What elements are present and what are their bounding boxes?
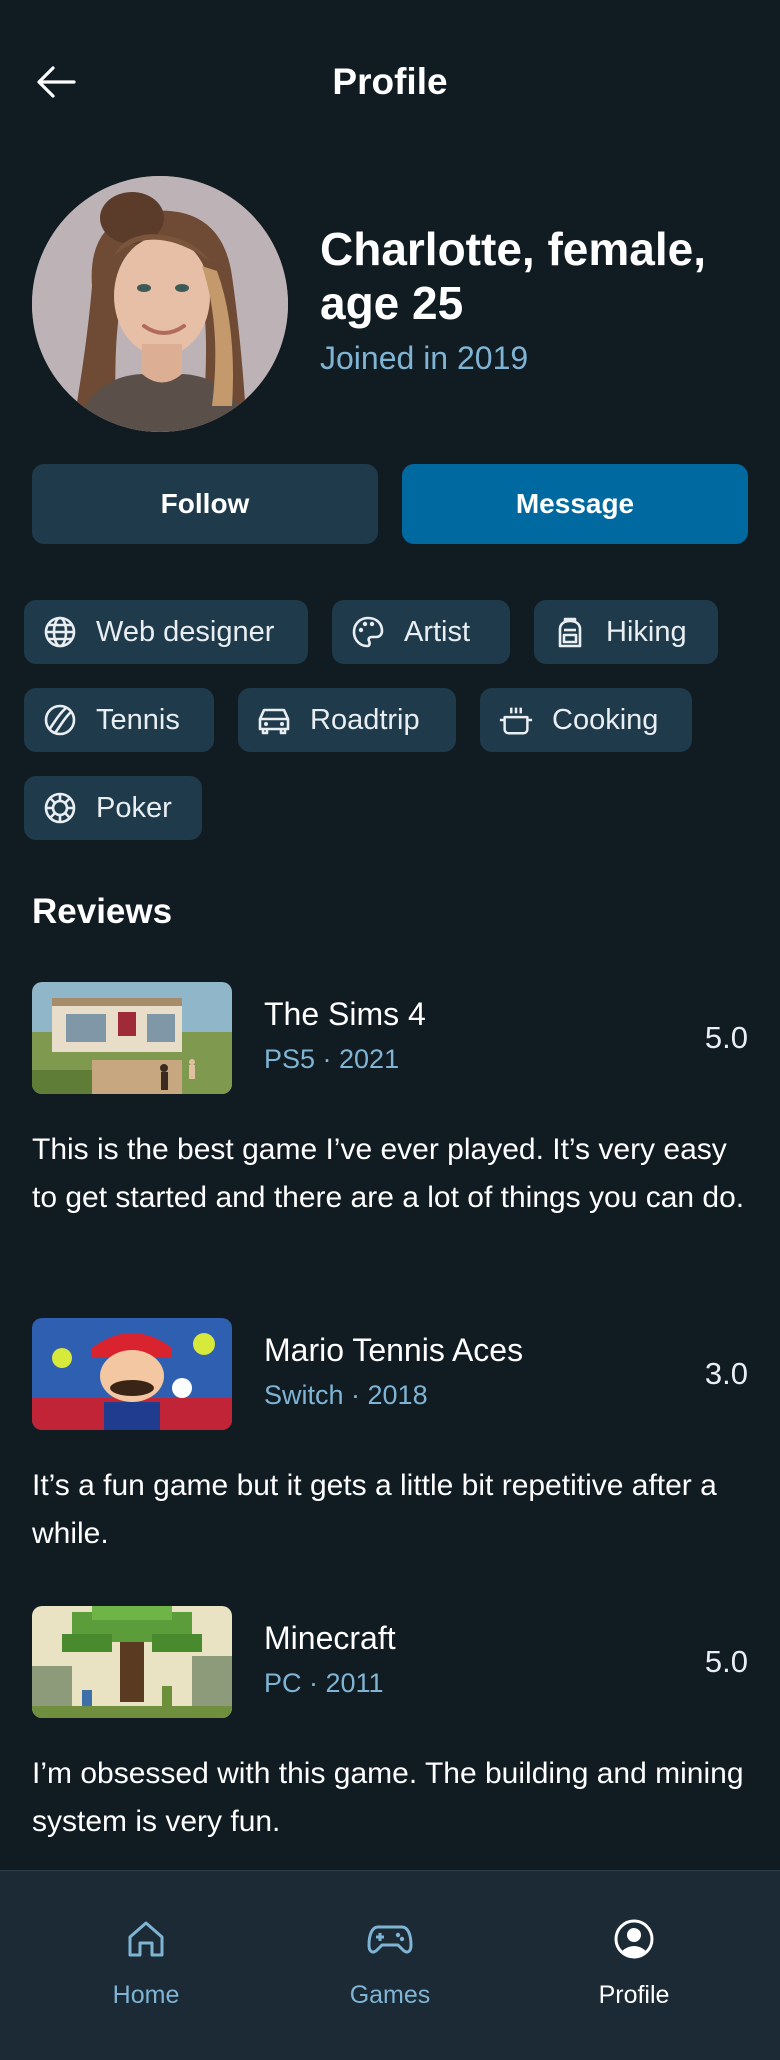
nav-label: Games — [349, 1981, 431, 2009]
home-icon — [122, 1915, 170, 1963]
review-score: 5.0 — [704, 1644, 748, 1679]
user-circle-icon — [610, 1915, 658, 1963]
tag-label: Cooking — [552, 703, 659, 736]
palette-icon — [350, 614, 386, 650]
globe-icon — [42, 614, 78, 650]
follow-button[interactable]: Follow — [32, 464, 378, 544]
joined-date: Joined in 2019 — [320, 340, 529, 376]
review-text: This is the best game I’ve ever played. … — [32, 1133, 745, 1214]
review-score: 5.0 — [704, 1020, 748, 1055]
review-game-meta: PS5 · 2021 — [264, 1044, 400, 1074]
tag-label: Hiking — [606, 615, 687, 648]
review-text: I’m obsessed with this game. The buildin… — [32, 1757, 744, 1838]
car-icon — [256, 702, 292, 738]
avatar — [32, 176, 288, 432]
tag-cooking[interactable]: Cooking — [480, 688, 692, 752]
nav-label: Profile — [598, 1981, 670, 2009]
tag-label: Poker — [96, 791, 172, 824]
tag-label: Web designer — [96, 615, 275, 648]
tag-hiking[interactable]: Hiking — [534, 600, 718, 664]
backpack-icon — [552, 614, 588, 650]
tag-label: Roadtrip — [310, 703, 420, 736]
tag-label: Tennis — [96, 703, 180, 736]
review-text: It’s a fun game but it gets a little bit… — [32, 1469, 717, 1550]
review-game-title: Minecraft — [264, 1620, 396, 1656]
cooking-pot-icon — [498, 702, 534, 738]
nav-label: Home — [112, 1981, 180, 2009]
reviews-heading: Reviews — [32, 892, 173, 931]
app-header: Profile — [0, 0, 780, 160]
profile-name: Charlotte, female, age 25 — [320, 223, 706, 329]
review-score: 3.0 — [704, 1356, 748, 1391]
tag-artist[interactable]: Artist — [332, 600, 510, 664]
review-thumbnail-sims[interactable] — [32, 982, 232, 1094]
gamepad-icon — [366, 1915, 414, 1963]
page-title: Profile — [332, 61, 448, 102]
tennis-ball-icon — [42, 702, 78, 738]
tag-roadtrip[interactable]: Roadtrip — [238, 688, 456, 752]
tag-poker[interactable]: Poker — [24, 776, 202, 840]
review-game-title: The Sims 4 — [264, 996, 426, 1032]
bottom-navigation: Home Games Profile — [0, 1870, 780, 2060]
nav-profile[interactable]: Profile — [504, 1871, 764, 2060]
tag-label: Artist — [404, 615, 471, 648]
review-thumbnail-mario-tennis[interactable] — [32, 1318, 232, 1430]
review-game-title: Mario Tennis Aces — [264, 1332, 524, 1368]
review-thumbnail-minecraft[interactable] — [32, 1606, 232, 1718]
tag-web-designer[interactable]: Web designer — [24, 600, 308, 664]
review-game-meta: Switch · 2018 — [264, 1380, 428, 1410]
tag-tennis[interactable]: Tennis — [24, 688, 214, 752]
nav-games[interactable]: Games — [260, 1871, 520, 2060]
message-button[interactable]: Message — [402, 464, 748, 544]
poker-chip-icon — [42, 790, 78, 826]
nav-home[interactable]: Home — [16, 1871, 276, 2060]
review-game-meta: PC · 2011 — [264, 1668, 384, 1698]
